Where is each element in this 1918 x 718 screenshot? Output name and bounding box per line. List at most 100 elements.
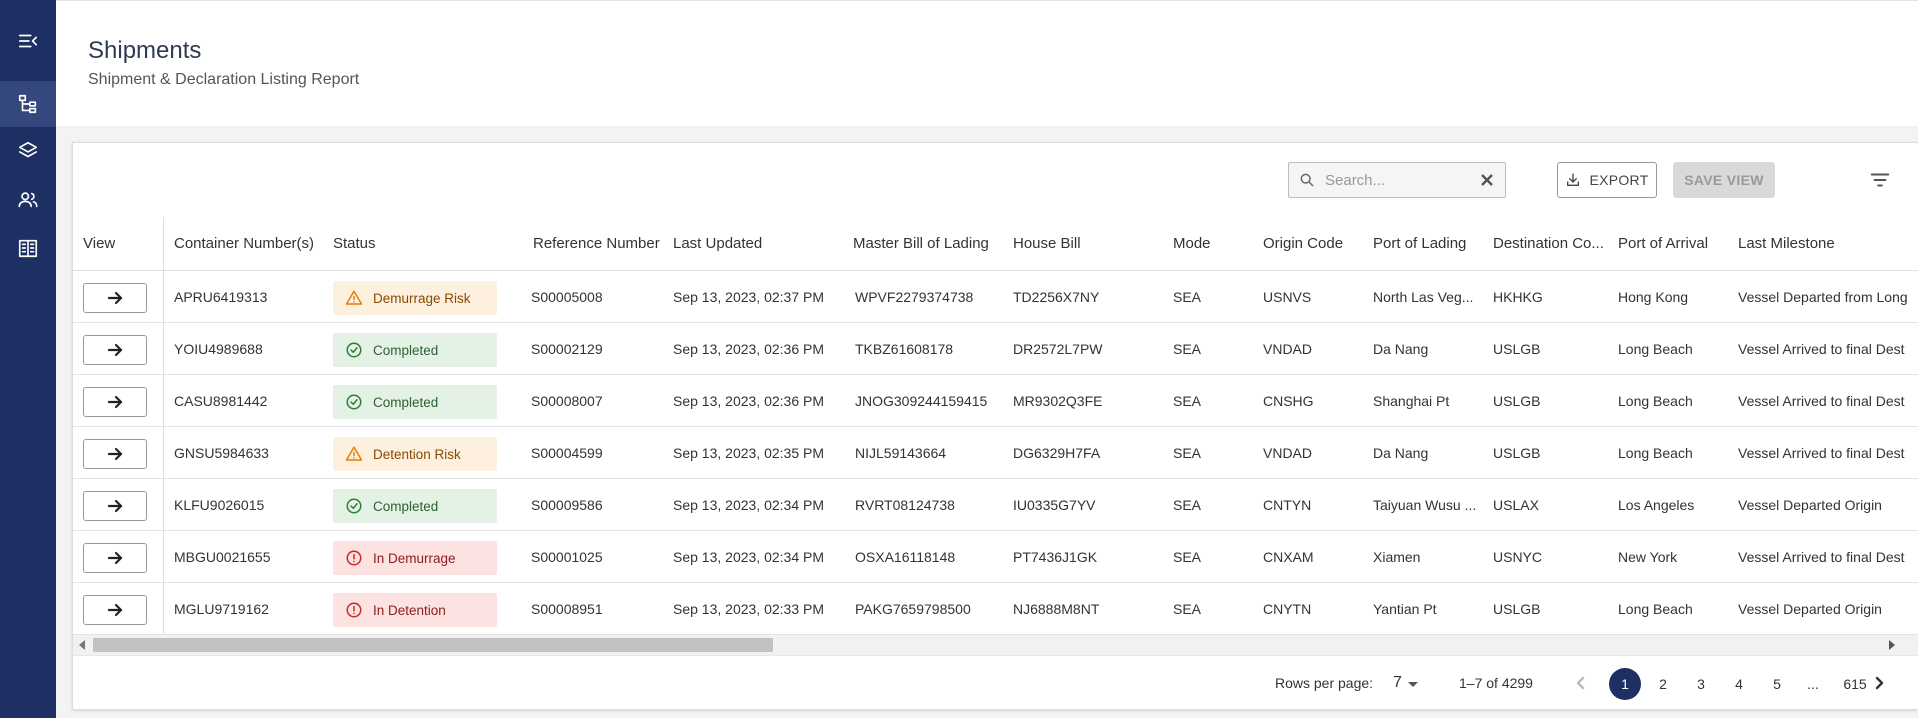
page-button[interactable]: 2 [1647,668,1679,700]
rows-per-page-value: 7 [1393,674,1402,691]
page-button[interactable]: 3 [1685,668,1717,700]
page-button[interactable]: 5 [1761,668,1793,700]
reference-number-cell: S00008951 [531,601,603,617]
scrollbar-thumb[interactable] [93,638,773,652]
export-button[interactable]: EXPORT [1557,162,1657,198]
sidebar-item-users[interactable] [0,177,56,223]
users-icon [18,192,38,208]
scroll-left-arrow-icon[interactable] [79,640,85,650]
next-page-button[interactable] [1867,671,1891,695]
mode-cell: SEA [1173,445,1202,461]
last-updated-cell: Sep 13, 2023, 02:35 PM [673,445,824,461]
filter-button[interactable] [1866,166,1894,194]
port-of-lading-cell: Da Nang [1373,341,1429,357]
port-of-arrival-cell: Long Beach [1618,601,1693,617]
last-milestone-cell: Vessel Departed from Long [1738,289,1908,305]
reference-number-cell: S00005008 [531,289,603,305]
page-title: Shipments [88,37,202,64]
column-header-origin-code[interactable]: Origin Code [1263,217,1343,271]
column-header-view[interactable]: View [83,217,115,271]
sidebar-item-layers[interactable] [0,128,56,174]
table-row: Demurrage Risk APRU6419313 S00005008 Sep 13… [73,271,1918,323]
last-milestone-cell: Vessel Arrived to final Dest [1738,549,1905,565]
house-bill-cell: PT7436J1GK [1013,549,1098,565]
table-row: Detention Risk GNSU5984633 S00004599 Sep 13… [73,427,1918,479]
page-ellipsis: ... [1807,676,1819,692]
arrow-right-icon [107,499,123,513]
house-bill-cell: DG6329H7FA [1013,445,1101,461]
port-of-arrival-cell: Long Beach [1618,341,1693,357]
view-shipment-button[interactable] [83,439,147,469]
check-circle-icon [346,394,362,410]
close-icon [1481,174,1493,186]
error-circle-icon [346,550,362,566]
search-input[interactable] [1325,171,1479,189]
column-header-house-bill[interactable]: House Bill [1013,217,1081,271]
last-updated-cell: Sep 13, 2023, 02:36 PM [673,393,824,409]
column-header-status[interactable]: Status [333,217,376,271]
search-icon [1300,173,1314,187]
container-number-cell: YOIU4989688 [174,341,263,357]
view-shipment-button[interactable] [83,283,147,313]
shipments-table-card: EXPORT SAVE VIEW View Container Number(s… [72,142,1918,710]
status-badge: In Detention [333,593,497,627]
last-updated-cell: Sep 13, 2023, 02:36 PM [673,341,824,357]
scroll-right-arrow-icon[interactable] [1889,640,1895,650]
status-label: Detention Risk [373,446,461,462]
table-row: Completed CASU8981442 S00008007 Sep 13, 202… [73,375,1918,427]
column-header-reference[interactable]: Reference Number [533,217,660,271]
last-milestone-cell: Vessel Arrived to final Dest [1738,341,1905,357]
filter-icon [1870,173,1890,187]
view-shipment-button[interactable] [83,335,147,365]
rows-per-page-label: Rows per page: [1275,675,1374,691]
origin-code-cell: CNXAM [1263,549,1314,565]
sidebar-toggle-button[interactable] [0,18,56,64]
view-shipment-button[interactable] [83,387,147,417]
arrow-right-icon [107,603,123,617]
container-number-cell: KLFU9026015 [174,497,265,513]
port-of-arrival-cell: Long Beach [1618,393,1693,409]
reference-number-cell: S00001025 [531,549,603,565]
column-header-port-of-arrival[interactable]: Port of Arrival [1618,217,1708,271]
origin-code-cell: VNDAD [1263,341,1313,357]
port-of-lading-cell: Xiamen [1373,549,1421,565]
master-bill-cell: TKBZ61608178 [855,341,954,357]
horizontal-scrollbar[interactable] [73,635,1918,655]
page-button[interactable]: 4 [1723,668,1755,700]
column-header-mode[interactable]: Mode [1173,217,1211,271]
master-bill-cell: WPVF2279374738 [855,289,974,305]
destination-code-cell: USLAX [1493,497,1539,513]
column-header-container[interactable]: Container Number(s) [174,217,314,271]
mode-cell: SEA [1173,341,1202,357]
warning-icon [345,290,363,305]
sidebar-item-shipments[interactable] [0,81,56,127]
status-label: In Detention [373,602,446,618]
mode-cell: SEA [1173,393,1202,409]
port-of-lading-cell: Shanghai Pt [1373,393,1450,409]
check-circle-icon [346,498,362,514]
caret-down-icon [1407,681,1418,687]
table-row: Completed KLFU9026015 S00009586 Sep 13, 202… [73,479,1918,531]
view-shipment-button[interactable] [83,595,147,625]
status-badge: Completed [333,333,497,367]
page-button[interactable]: 1 [1609,668,1641,700]
table-header: View Container Number(s) Status Referenc… [73,217,1918,271]
previous-page-button[interactable] [1569,671,1593,695]
save-view-button[interactable]: SAVE VIEW [1673,162,1775,198]
column-header-mbl[interactable]: Master Bill of Lading [853,217,989,271]
view-shipment-button[interactable] [83,543,147,573]
column-header-last-milestone[interactable]: Last Milestone [1738,217,1835,271]
column-header-destination-code[interactable]: Destination Co... [1493,217,1608,271]
column-header-port-of-lading[interactable]: Port of Lading [1373,217,1466,271]
rows-per-page-select[interactable]: 7 [1393,656,1418,709]
reference-number-cell: S00002129 [531,341,603,357]
clear-search-button[interactable] [1479,172,1495,188]
view-shipment-button[interactable] [83,491,147,521]
last-updated-cell: Sep 13, 2023, 02:34 PM [673,497,824,513]
export-button-label: EXPORT [1589,172,1649,188]
sidebar-item-buildings[interactable] [0,225,56,271]
port-of-lading-cell: North Las Veg... [1373,289,1474,305]
column-header-last-updated[interactable]: Last Updated [673,217,762,271]
arrow-right-icon [107,551,123,565]
download-icon [1567,173,1580,186]
